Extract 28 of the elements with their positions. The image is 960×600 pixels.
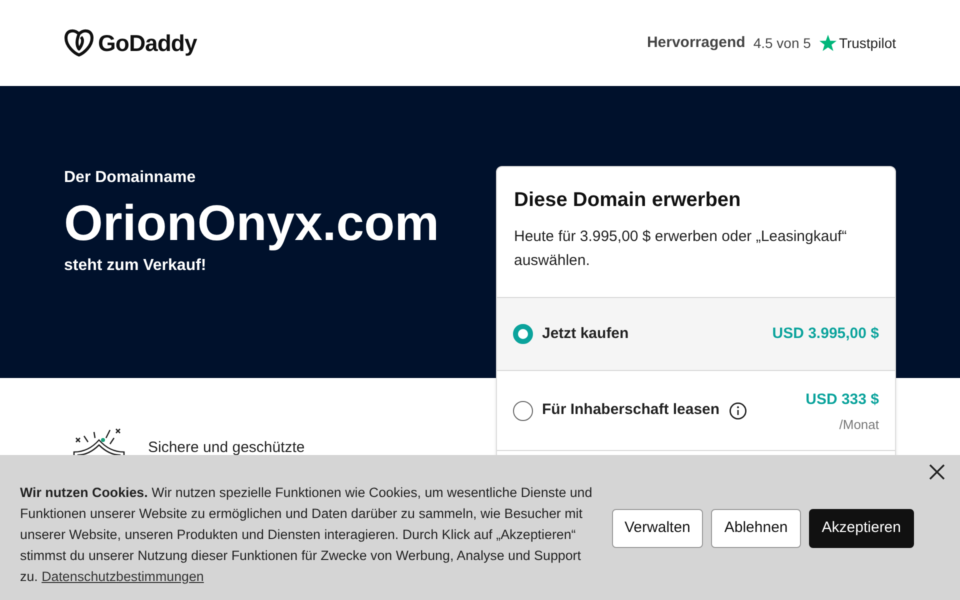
privacy-link[interactable]: Datenschutzbestimmungen	[42, 569, 204, 584]
purchase-option[interactable]: Jetzt kaufen USD 3.995,00 $	[497, 297, 895, 370]
purchase-option[interactable]: Für Inhaberschaft leasen USD 333 $ /Monat	[497, 370, 895, 450]
close-icon[interactable]	[928, 463, 946, 481]
logo-icon	[64, 29, 94, 57]
option-label: Für Inhaberschaft leasen	[542, 400, 720, 420]
rating-label: Hervorragend	[646, 32, 746, 53]
cookie-button[interactable]: Verwalten	[612, 509, 704, 548]
logo-text[interactable]: GoDaddy	[98, 26, 197, 60]
star-icon	[818, 34, 837, 52]
card-description: Heute für 3.995,00 $ erwerben oder „Leasingkauf“ auswählen.	[514, 227, 848, 271]
rating-score: 4.5 von 5	[753, 34, 811, 52]
cookie-button[interactable]: Akzeptieren	[808, 509, 914, 548]
feature-text: Sichere und geschützte	[148, 438, 305, 458]
info-icon[interactable]	[728, 402, 747, 420]
option-label: Jetzt kaufen	[542, 324, 629, 344]
hero-eyebrow: Der Domainname	[64, 168, 197, 188]
radio-button[interactable]	[513, 400, 533, 420]
price-period: /Monat	[839, 416, 879, 434]
radio-button[interactable]	[513, 324, 533, 344]
trustpilot-text[interactable]: Trustpilot	[838, 32, 896, 54]
cookie-button[interactable]: Ablehnen	[711, 509, 801, 548]
domain-name: OrionOnyx.com	[64, 194, 440, 253]
hero-subtitle: steht zum Verkauf!	[64, 256, 208, 276]
option-price: USD 333 $	[806, 390, 879, 410]
cookie-text: Wir nutzen Cookies. Wir nutzen spezielle Funktionen wie Cookies, um wesentliche Dienste und Funktionen unserer Website zu ermöglichen und Daten darüber zu sammeln, wie Besucher mit unserer Website, unseren Produkten und Diensten interagieren. Durch Klick auf „Akzeptieren“ stimmst du unserer Nutzung dieser Funktionen für Zwecke von Werbung, Analyse und Support zu. Datenschutzbestimmungen	[20, 484, 594, 586]
card-title: Diese Domain erwerben	[514, 188, 742, 213]
option-price: USD 3.995,00 $	[772, 324, 879, 344]
